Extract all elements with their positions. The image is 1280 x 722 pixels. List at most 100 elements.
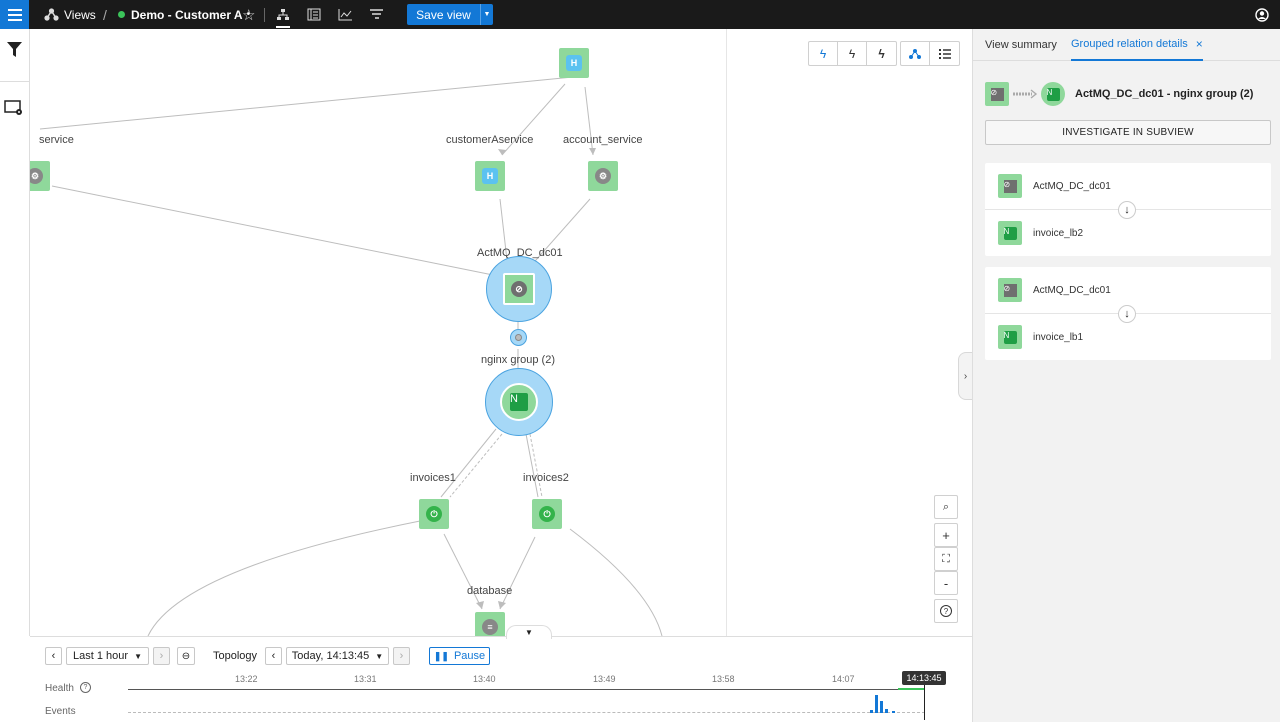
- time-select-label: Today, 14:13:45: [291, 650, 370, 662]
- star-icon[interactable]: ☆: [242, 0, 255, 29]
- views-icon: [44, 8, 59, 21]
- lightning-half-button[interactable]: ϟ: [838, 42, 867, 65]
- hamburger-menu-button[interactable]: [0, 0, 29, 29]
- search-button[interactable]: ⌕: [934, 495, 958, 519]
- chevron-left-icon: ‹: [271, 650, 276, 662]
- events-track[interactable]: [128, 712, 925, 713]
- metrics-view-button[interactable]: [338, 0, 353, 29]
- event-bar[interactable]: [880, 701, 883, 713]
- actmq-node[interactable]: ⊘: [503, 273, 535, 305]
- node-label-customeraservice: customerAservice: [446, 134, 534, 146]
- range-prev-button[interactable]: ‹: [45, 647, 62, 665]
- node-label-account-service: account_service: [563, 134, 643, 146]
- source-node-icon-box: ⊘: [985, 82, 1009, 106]
- event-bar[interactable]: [892, 711, 895, 713]
- health-status-bar: [898, 688, 925, 690]
- events-view-button[interactable]: [307, 0, 321, 29]
- help-button[interactable]: ?: [934, 599, 958, 623]
- nginx-icon: N: [1046, 87, 1060, 101]
- list-view-icon: [307, 8, 321, 21]
- http-service-icon: H: [482, 168, 498, 184]
- traces-view-button[interactable]: [369, 0, 384, 29]
- zoom-in-button[interactable]: +: [934, 523, 958, 547]
- nginx-icon: N: [510, 393, 528, 411]
- event-bar[interactable]: [885, 709, 888, 713]
- node-label-invoices1: invoices1: [410, 472, 456, 484]
- relation-target-row[interactable]: N invoice_lb2: [985, 210, 1271, 256]
- invoices1-node[interactable]: ⏻: [419, 499, 449, 529]
- power-icon: ⏻: [426, 506, 442, 522]
- compass-icon: ⊘: [511, 281, 527, 297]
- health-track[interactable]: [128, 689, 898, 690]
- relation-card-1[interactable]: ⊘ ActMQ_DC_dc01 ↓ N invoice_lb2: [985, 163, 1271, 256]
- lightning-outline-button[interactable]: ϟ: [809, 42, 838, 65]
- canvas-toolbar-events: ϟ ϟ ϟ: [808, 41, 897, 66]
- relation-target-name: invoice_lb1: [1033, 331, 1084, 343]
- status-dot: [118, 11, 125, 18]
- views-label: Views: [64, 7, 96, 22]
- zoom-out-button[interactable]: -: [934, 571, 958, 595]
- time-range-label: Last 1 hour: [73, 650, 129, 662]
- invoices2-node[interactable]: ⏻: [532, 499, 562, 529]
- event-bar[interactable]: [870, 710, 873, 713]
- pause-button[interactable]: ❚❚ Pause: [429, 647, 490, 665]
- pause-label: Pause: [453, 650, 486, 662]
- relation-target-name: invoice_lb2: [1033, 227, 1084, 239]
- database-node[interactable]: ≡: [475, 612, 505, 636]
- topology-canvas[interactable]: H service ⚙ customerAservice H account_s…: [30, 29, 972, 636]
- tab-view-summary[interactable]: View summary: [985, 29, 1057, 61]
- magnifier-minus-icon: ⊖: [181, 650, 191, 662]
- time-next-button[interactable]: ›: [393, 647, 410, 665]
- line-chart-icon: [338, 9, 352, 21]
- source-icon-box: ⊘: [998, 174, 1022, 198]
- time-select[interactable]: Today, 14:13:45 ▼: [286, 647, 389, 665]
- right-panel: View summary Grouped relation details × …: [972, 29, 1280, 722]
- left-sidebar: [0, 29, 30, 636]
- filter-button[interactable]: [6, 41, 23, 62]
- top-service-node[interactable]: H: [559, 48, 589, 78]
- fit-to-screen-button[interactable]: ⛶: [934, 547, 958, 571]
- power-icon: ⏻: [539, 506, 555, 522]
- lightning-solid-icon: ϟ: [878, 46, 885, 61]
- health-help-icon[interactable]: ?: [80, 682, 91, 693]
- lightning-solid-button[interactable]: ϟ: [867, 42, 896, 65]
- compass-icon: ⊘: [990, 87, 1004, 101]
- save-view-button[interactable]: Save view ▼: [407, 4, 493, 25]
- view-name: Demo - Customer A: [131, 7, 243, 22]
- relation-card-2[interactable]: ⊘ ActMQ_DC_dc01 ↓ N invoice_lb1: [985, 267, 1271, 360]
- tick-label: 13:49: [593, 674, 616, 684]
- save-options-chevron-icon[interactable]: ▼: [480, 4, 493, 25]
- account-service-node[interactable]: ⚙: [588, 161, 618, 191]
- investigate-in-subview-button[interactable]: INVESTIGATE IN SUBVIEW: [985, 120, 1271, 145]
- time-prev-button[interactable]: ‹: [265, 647, 282, 665]
- graph-layout-button[interactable]: [901, 42, 930, 65]
- lightning-outline-icon: ϟ: [819, 46, 827, 61]
- view-name-breadcrumb[interactable]: Demo - Customer A •: [118, 0, 250, 29]
- node-label-database: database: [467, 585, 513, 597]
- time-range-select[interactable]: Last 1 hour ▼: [66, 647, 149, 665]
- list-layout-button[interactable]: [930, 42, 959, 65]
- relation-target-row[interactable]: N invoice_lb1: [985, 314, 1271, 360]
- tab-grouped-relation-details[interactable]: Grouped relation details ×: [1071, 29, 1203, 61]
- current-time-marker[interactable]: [924, 684, 925, 720]
- close-tab-icon[interactable]: ×: [1196, 37, 1203, 51]
- timeline-collapse-button[interactable]: ▼: [506, 625, 552, 639]
- topology-view-button[interactable]: [276, 0, 290, 29]
- event-bar[interactable]: [875, 695, 878, 713]
- target-node-icon-box: N: [1041, 82, 1065, 106]
- view-settings-button[interactable]: [4, 100, 24, 120]
- target-icon-box: N: [998, 325, 1022, 349]
- customeraservice-node[interactable]: H: [475, 161, 505, 191]
- nginx-group-node[interactable]: N: [500, 383, 538, 421]
- toolbar-divider: [264, 8, 265, 22]
- tab-grouped-relation-label: Grouped relation details: [1071, 38, 1188, 50]
- views-breadcrumb[interactable]: Views: [44, 0, 96, 29]
- user-profile-button[interactable]: [1255, 0, 1269, 29]
- zoom-out-time-button[interactable]: ⊖: [177, 647, 195, 665]
- range-next-button[interactable]: ›: [153, 647, 170, 665]
- service-node[interactable]: ⚙: [30, 161, 50, 191]
- node-label-nginx-group: nginx group (2): [481, 354, 555, 366]
- grouped-relation-marker[interactable]: [510, 329, 527, 346]
- nginx-icon: N: [1003, 226, 1017, 240]
- panel-collapse-handle[interactable]: ›: [958, 352, 972, 400]
